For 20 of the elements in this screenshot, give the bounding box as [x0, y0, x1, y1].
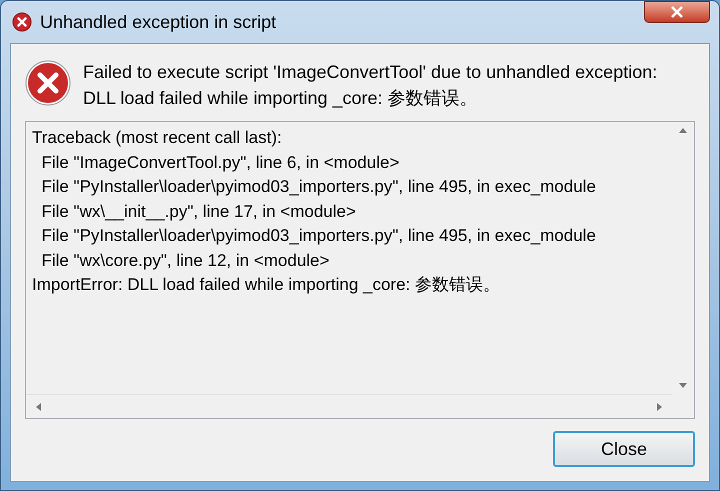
- traceback-line: File "PyInstaller\loader\pyimod03_importers.py", line 495, in exec_module: [40, 176, 596, 198]
- close-button[interactable]: Close: [553, 431, 695, 467]
- scroll-down-icon[interactable]: [679, 383, 687, 388]
- close-window-button[interactable]: [644, 1, 710, 23]
- close-icon: [670, 6, 684, 18]
- scroll-up-icon[interactable]: [679, 128, 687, 133]
- error-icon: [12, 12, 32, 32]
- traceback-line: File "wx\__init__.py", line 17, in <module>: [40, 200, 356, 222]
- traceback-line: File "ImageConvertTool.py", line 6, in <module>: [40, 152, 400, 174]
- traceback-text-area[interactable]: [25, 121, 695, 419]
- scroll-left-icon[interactable]: [36, 402, 41, 410]
- traceback-line: ImportError: DLL load failed while importing _core: 参数错误。: [32, 274, 500, 296]
- traceback-line: File "PyInstaller\loader\pyimod03_importers.py", line 495, in exec_module: [40, 225, 596, 247]
- error-message-line: Failed to execute script 'ImageConvertTool' due to unhandled exception:: [83, 61, 658, 84]
- error-message-line: DLL load failed while importing _core: 参数错误。: [83, 87, 478, 110]
- window-title: Unhandled exception in script: [40, 10, 276, 34]
- traceback-line: Traceback (most recent call last):: [32, 127, 282, 149]
- error-icon: [25, 60, 71, 106]
- scroll-right-icon[interactable]: [657, 402, 662, 410]
- traceback-line: File "wx\core.py", line 12, in <module>: [40, 250, 330, 272]
